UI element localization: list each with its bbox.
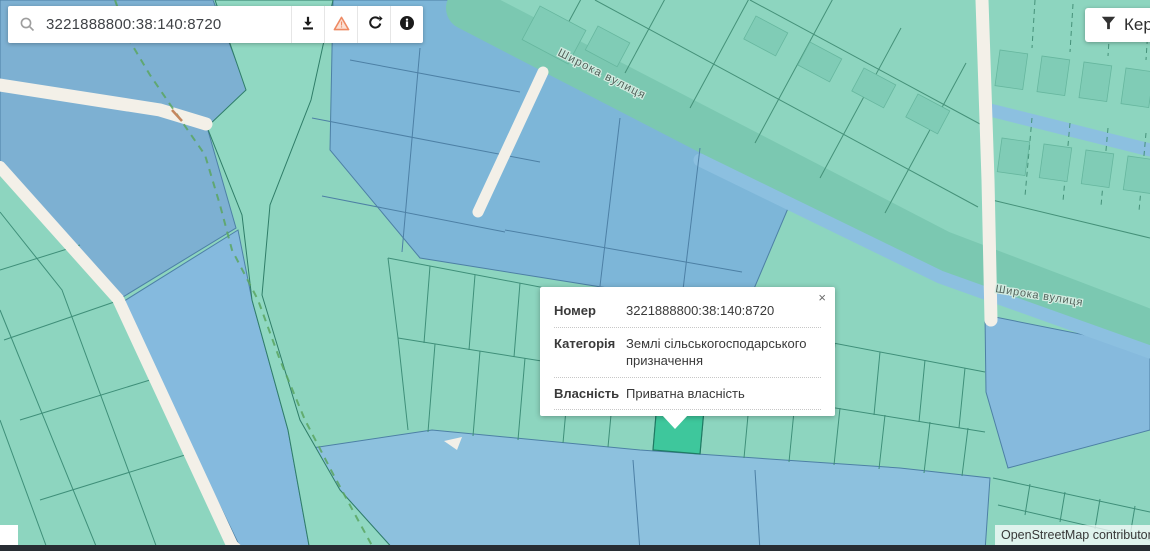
popup-row-value: Землі сільськогосподарського призначення xyxy=(626,335,821,370)
warning-triangle-icon: ! xyxy=(333,16,350,34)
manage-button[interactable]: Керув xyxy=(1085,8,1150,42)
bottom-border xyxy=(0,545,1150,551)
popup-row-ownership: Власність Приватна власність xyxy=(554,378,821,411)
filter-funnel-icon xyxy=(1101,15,1116,35)
map-viewport[interactable]: Широка вулиця Широка вулиця xyxy=(0,0,1150,551)
parcel-info-popup: × Номер 3221888800:38:140:8720 Категорія… xyxy=(540,287,835,416)
svg-text:!: ! xyxy=(340,19,343,29)
unloaded-tile xyxy=(0,525,18,545)
download-button[interactable] xyxy=(291,6,324,43)
warnings-button[interactable]: ! xyxy=(324,6,357,43)
popup-pointer-arrow xyxy=(662,415,688,429)
popup-row-value: 3221888800:38:140:8720 xyxy=(626,302,821,320)
manage-button-label: Керув xyxy=(1124,15,1150,35)
attribution-text: OpenStreetMap contributors | xyxy=(1001,528,1150,542)
search-icon xyxy=(8,16,46,33)
search-bar: ! xyxy=(8,6,423,43)
popup-row-category: Категорія Землі сільськогосподарського п… xyxy=(554,328,821,378)
popup-close-button[interactable]: × xyxy=(816,289,828,306)
info-button[interactable] xyxy=(390,6,423,43)
download-icon xyxy=(300,16,316,34)
cadastral-map[interactable]: Широка вулиця Широка вулиця xyxy=(0,0,1150,551)
refresh-icon xyxy=(366,15,383,34)
popup-row-label: Категорія xyxy=(554,335,626,370)
map-attribution[interactable]: OpenStreetMap contributors | xyxy=(995,525,1150,545)
popup-row-value: Приватна власність xyxy=(626,385,821,403)
search-input[interactable] xyxy=(46,16,291,33)
info-icon xyxy=(399,15,415,34)
refresh-button[interactable] xyxy=(357,6,390,43)
popup-row-number: Номер 3221888800:38:140:8720 xyxy=(554,295,821,328)
popup-row-label: Власність xyxy=(554,385,626,403)
popup-row-label: Номер xyxy=(554,302,626,320)
